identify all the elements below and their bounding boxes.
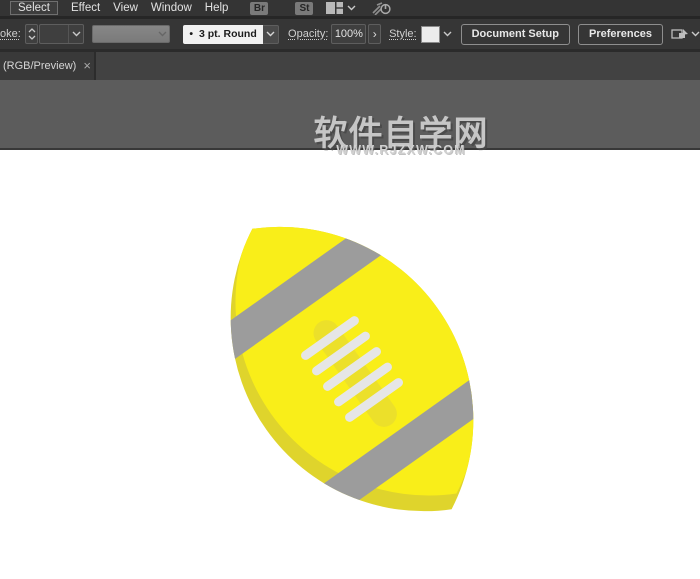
stroke-weight-stepper[interactable] (25, 24, 39, 44)
menu-bar: Select Effect View Window Help Br St (0, 0, 700, 16)
document-tab-title: (RGB/Preview) (0, 60, 76, 72)
document-setup-button[interactable]: Document Setup (461, 24, 570, 45)
width-profile-dropdown[interactable] (92, 25, 170, 43)
style-swatch (421, 26, 440, 43)
chevron-down-icon (155, 31, 169, 37)
chevron-down-icon (691, 31, 700, 37)
opacity-label[interactable]: Opacity: (288, 28, 328, 40)
document-tab-bar: (RGB/Preview) × (0, 52, 700, 80)
menu-view[interactable]: View (113, 2, 138, 14)
style-label[interactable]: Style: (389, 28, 417, 40)
chevron-up-icon (28, 28, 36, 33)
close-icon[interactable]: × (83, 61, 91, 71)
opacity-options-button[interactable]: › (368, 24, 381, 44)
graphic-styles-panel-button[interactable]: St (295, 2, 313, 15)
chevron-down-icon[interactable] (347, 5, 356, 11)
stroke-label[interactable]: Stroke: (0, 28, 21, 40)
control-bar: Stroke: • 3 pt. Round Op (0, 19, 700, 49)
preferences-button[interactable]: Preferences (578, 24, 663, 45)
watermark-url: WWW.RJZXW.COM (336, 143, 465, 157)
football-illustration[interactable] (0, 150, 700, 579)
menu-select[interactable]: Select (10, 1, 58, 15)
menu-window[interactable]: Window (151, 2, 192, 14)
style-dropdown[interactable] (421, 24, 455, 44)
chevron-down-icon (440, 24, 455, 44)
menu-help[interactable]: Help (205, 2, 229, 14)
chevron-down-icon (28, 35, 36, 40)
brush-preset-label: 3 pt. Round (199, 28, 257, 40)
menu-effect[interactable]: Effect (71, 2, 100, 14)
brushes-panel-button[interactable]: Br (250, 2, 268, 15)
stroke-weight-value (40, 25, 68, 43)
brush-definition-dropdown[interactable]: • 3 pt. Round (183, 25, 279, 44)
selection-options-icon[interactable] (671, 27, 700, 42)
gpu-performance-icon[interactable] (372, 2, 392, 15)
chevron-down-icon (263, 25, 279, 44)
illustrator-window: Select Effect View Window Help Br St (0, 0, 700, 579)
chevron-down-icon (68, 25, 83, 43)
stroke-weight-dropdown[interactable] (39, 24, 84, 44)
workspace-switcher-icon[interactable] (326, 2, 343, 14)
document-tab[interactable]: (RGB/Preview) × (0, 52, 96, 80)
brush-dot-icon: • (189, 28, 193, 40)
opacity-value-field[interactable]: 100% (331, 24, 366, 44)
